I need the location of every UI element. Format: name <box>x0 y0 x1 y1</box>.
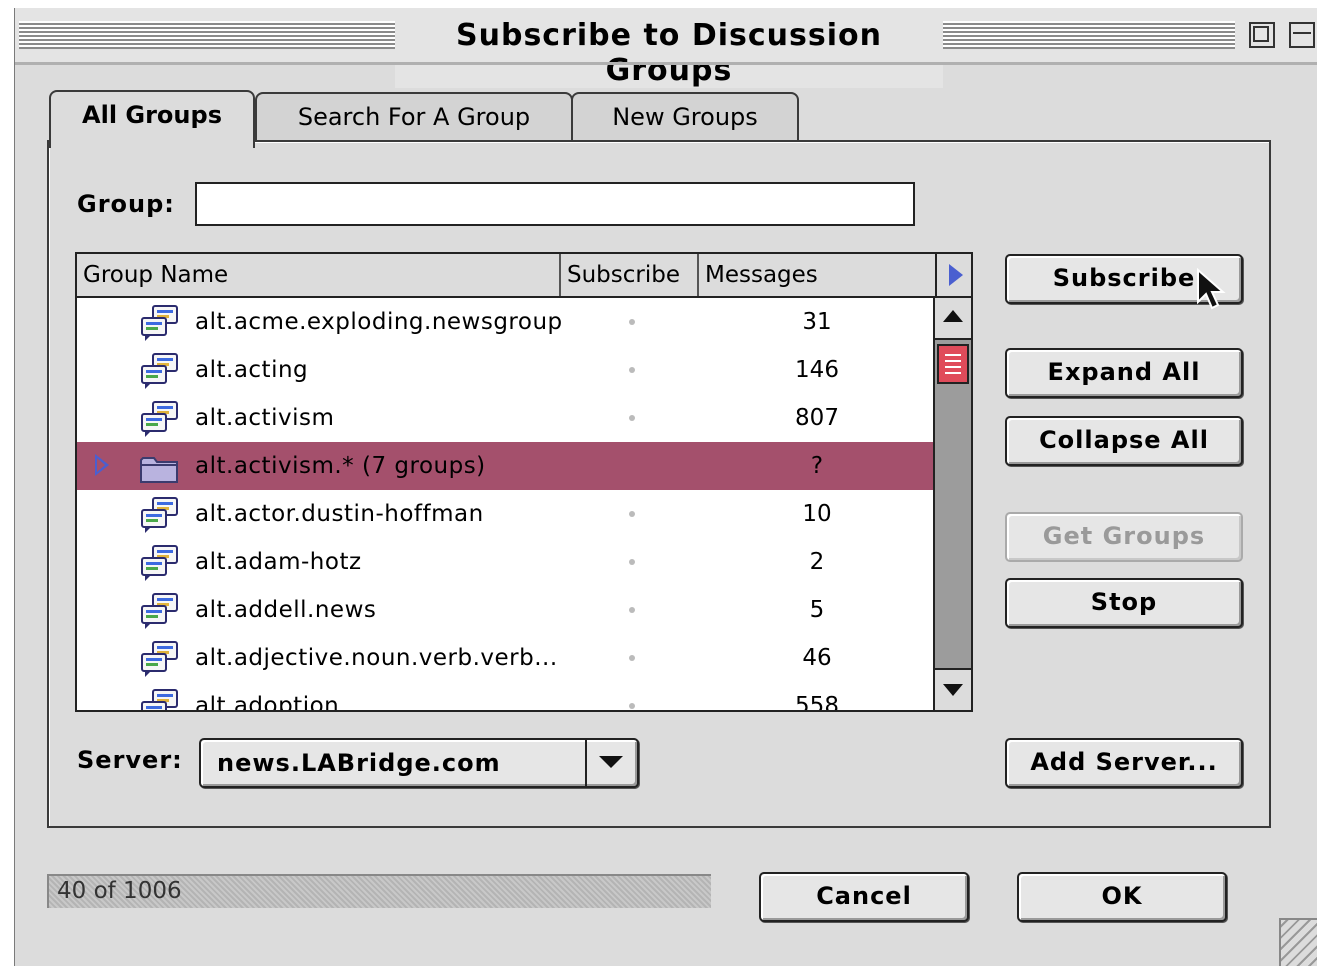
resize-grip-icon[interactable] <box>1279 918 1317 966</box>
column-header-subscribe[interactable]: Subscribe <box>561 254 699 296</box>
newsgroup-icon <box>141 641 178 677</box>
message-count: 146 <box>795 357 839 383</box>
message-count: 558 <box>795 693 839 712</box>
list-header: Group Name Subscribe Messages <box>77 254 935 298</box>
panel-content: Group: Group Name Subscribe Messages alt… <box>15 8 1317 966</box>
chevron-down-icon[interactable] <box>585 740 637 786</box>
newsgroup-icon <box>141 689 178 710</box>
collapse-all-button[interactable]: Collapse All <box>1005 416 1243 466</box>
newsgroup-icon <box>141 401 178 437</box>
group-name: alt.adam-hotz <box>195 549 362 575</box>
newsgroup-icon <box>141 545 178 581</box>
group-name: alt.acting <box>195 357 309 383</box>
status-bar: 40 of 1006 <box>47 874 711 908</box>
get-groups-button[interactable]: Get Groups <box>1005 512 1243 562</box>
subscribe-dot-icon[interactable] <box>629 703 635 709</box>
group-name: alt.acme.exploding.newsgroup <box>195 309 563 335</box>
disclosure-triangle-icon[interactable] <box>95 454 109 476</box>
group-name: alt.adoption <box>195 693 340 712</box>
column-header-group-name[interactable]: Group Name <box>77 254 561 296</box>
subscribe-dot-icon[interactable] <box>629 559 635 565</box>
column-header-messages[interactable]: Messages <box>699 254 935 296</box>
group-name: alt.activism.* (7 groups) <box>195 453 486 479</box>
stop-button[interactable]: Stop <box>1005 578 1243 628</box>
message-count: 2 <box>809 549 825 575</box>
newsgroup-icon <box>141 353 178 389</box>
scroll-down-arrow-icon[interactable] <box>935 668 971 710</box>
newsgroup-icon <box>141 593 178 629</box>
folder-icon <box>140 457 178 483</box>
column-sort-toggle-icon[interactable] <box>935 254 971 298</box>
mouse-pointer-icon <box>1197 268 1226 310</box>
message-count: 31 <box>802 309 832 335</box>
server-select[interactable]: news.LABridge.com <box>199 738 639 788</box>
message-count: 5 <box>809 597 825 623</box>
list-row-selected[interactable]: alt.activism.* (7 groups) ? <box>77 442 933 490</box>
add-server-button[interactable]: Add Server... <box>1005 738 1243 788</box>
list-row[interactable]: alt.addell.news 5 <box>77 586 933 634</box>
dialog-window: Subscribe to Discussion Groups All Group… <box>14 8 1317 966</box>
group-name: alt.adjective.noun.verb.verb... <box>195 645 558 671</box>
message-count: 46 <box>802 645 832 671</box>
group-input[interactable] <box>195 182 915 226</box>
vertical-scrollbar[interactable] <box>933 298 971 710</box>
list-row[interactable]: alt.acting 146 <box>77 346 933 394</box>
subscribe-dot-icon[interactable] <box>629 511 635 517</box>
list-rows: alt.acme.exploding.newsgroup 31 alt.acti… <box>77 298 933 712</box>
subscribe-dot-icon[interactable] <box>629 607 635 613</box>
ok-button[interactable]: OK <box>1017 872 1227 922</box>
group-list[interactable]: Group Name Subscribe Messages alt.acme.e… <box>75 252 973 712</box>
subscribe-dot-icon[interactable] <box>629 415 635 421</box>
group-name: alt.activism <box>195 405 335 431</box>
list-row[interactable]: alt.actor.dustin-hoffman 10 <box>77 490 933 538</box>
list-row[interactable]: alt.adam-hotz 2 <box>77 538 933 586</box>
list-row[interactable]: alt.adoption 558 <box>77 682 933 712</box>
message-count: 10 <box>802 501 832 527</box>
server-label: Server: <box>77 746 183 774</box>
scroll-up-arrow-icon[interactable] <box>935 298 971 340</box>
list-row[interactable]: alt.activism 807 <box>77 394 933 442</box>
list-row[interactable]: alt.acme.exploding.newsgroup 31 <box>77 298 933 346</box>
message-count: ? <box>810 453 824 479</box>
newsgroup-icon <box>141 305 178 341</box>
server-value: news.LABridge.com <box>217 749 501 777</box>
expand-all-button[interactable]: Expand All <box>1005 348 1243 398</box>
cancel-button[interactable]: Cancel <box>759 872 969 922</box>
subscribe-dot-icon[interactable] <box>629 367 635 373</box>
group-name: alt.actor.dustin-hoffman <box>195 501 484 527</box>
group-name: alt.addell.news <box>195 597 377 623</box>
scroll-thumb[interactable] <box>937 344 969 384</box>
subscribe-dot-icon[interactable] <box>629 319 635 325</box>
newsgroup-icon <box>141 497 178 533</box>
subscribe-dot-icon[interactable] <box>629 655 635 661</box>
group-label: Group: <box>77 190 175 218</box>
list-row[interactable]: alt.adjective.noun.verb.verb... 46 <box>77 634 933 682</box>
message-count: 807 <box>795 405 839 431</box>
